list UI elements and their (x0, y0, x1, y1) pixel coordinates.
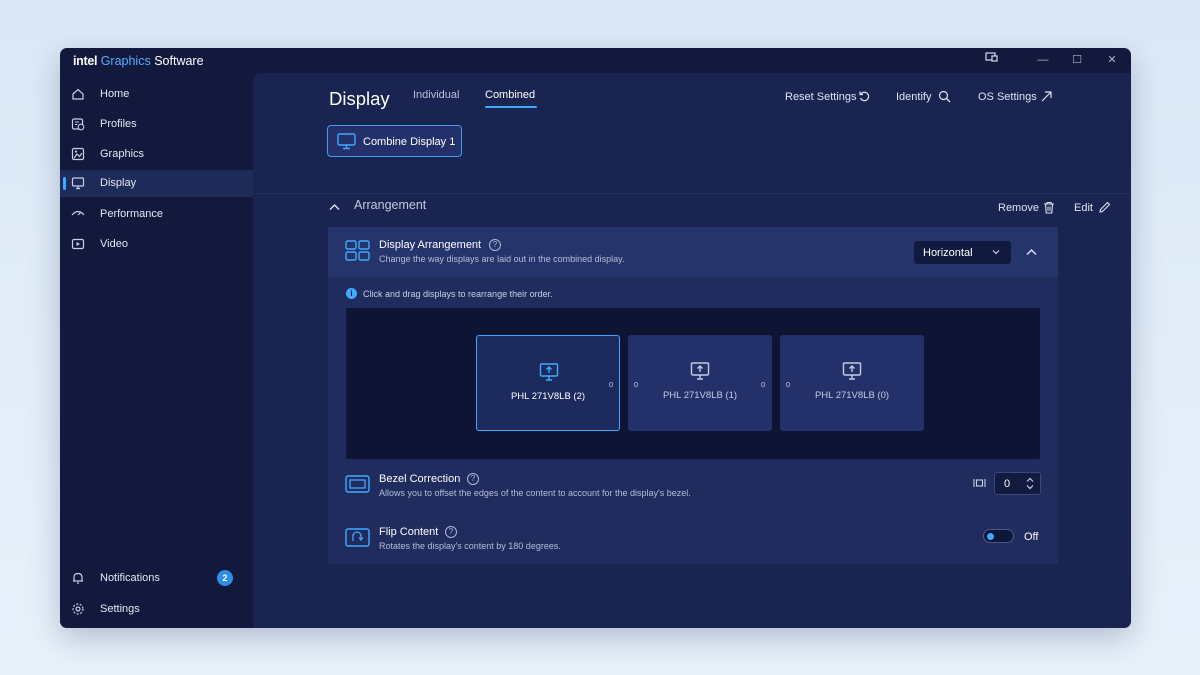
sidebar-item-video[interactable]: Video (60, 231, 253, 258)
sidebar-item-label: Notifications (100, 572, 160, 584)
display-arrangement-title: Display Arrangement (379, 239, 482, 251)
gap-value: 0 (761, 380, 766, 389)
graphics-icon (71, 147, 85, 161)
sidebar-item-notifications[interactable]: Notifications 2 (60, 565, 253, 592)
performance-icon (71, 210, 85, 216)
monitor-tile[interactable]: PHL 271V8LB (2) (476, 335, 620, 431)
identify-button[interactable]: Identify (896, 91, 931, 103)
os-settings-button[interactable]: OS Settings (978, 91, 1037, 103)
flip-icon (345, 528, 370, 547)
sidebar-item-label: Performance (100, 208, 163, 220)
combine-display-label: Combine Display 1 (363, 136, 456, 148)
search-icon[interactable] (938, 90, 951, 103)
app-brand: intel Graphics Software (73, 54, 204, 68)
bezel-stepper[interactable]: 0 (994, 472, 1041, 495)
sidebar-item-profiles[interactable]: Profiles (60, 111, 253, 138)
brand-graphics: Graphics (100, 54, 151, 68)
notification-count-badge: 2 (217, 570, 233, 586)
toggle-knob (987, 532, 994, 540)
bezel-correction-description: Allows you to offset the edges of the co… (379, 488, 691, 498)
monitor-tile[interactable]: PHL 271V8LB (0) (780, 335, 924, 431)
gap-value: 0 (786, 380, 791, 389)
reset-icon[interactable] (858, 90, 871, 103)
help-icon[interactable]: ? (467, 473, 479, 485)
close-button[interactable]: ✕ (1103, 52, 1121, 68)
external-link-icon[interactable] (1040, 90, 1053, 103)
brand-intel: intel (73, 54, 98, 68)
monitor-icon (337, 133, 356, 150)
monitor-label: PHL 271V8LB (2) (510, 391, 586, 402)
monitor-upload-icon (539, 363, 559, 381)
display-arrangement-description: Change the way displays are laid out in … (379, 254, 625, 264)
minimize-button[interactable]: — (1034, 52, 1052, 68)
page-title: Display (329, 88, 390, 109)
profiles-icon (71, 118, 85, 131)
sidebar-item-display[interactable]: Display (60, 170, 253, 197)
active-tab-indicator (485, 106, 537, 108)
sidebar: Home Profiles Graphics Display Performan… (60, 73, 253, 628)
arrangement-card: Display Arrangement ? Change the way dis… (328, 227, 1058, 564)
remove-button[interactable]: Remove (998, 202, 1039, 214)
edit-button[interactable]: Edit (1074, 202, 1093, 214)
header-divider (253, 193, 1131, 194)
main-panel: Display Individual Combined Reset Settin… (253, 73, 1131, 628)
sidebar-item-label: Display (100, 177, 137, 189)
home-icon (72, 88, 84, 100)
display-icon (71, 177, 85, 190)
sidebar-item-graphics[interactable]: Graphics (60, 141, 253, 168)
maximize-button[interactable]: ☐ (1068, 52, 1086, 68)
tab-combined[interactable]: Combined (485, 89, 535, 101)
arrangement-icon (345, 240, 370, 261)
monitor-label: PHL 271V8LB (0) (814, 390, 890, 401)
stepper-arrows-icon[interactable] (1025, 476, 1035, 491)
info-icon: i (346, 288, 357, 299)
monitor-upload-icon (690, 362, 710, 380)
sidebar-item-settings[interactable]: Settings (60, 596, 253, 623)
flip-content-toggle[interactable] (983, 529, 1014, 543)
flip-content-title: Flip Content (379, 526, 439, 538)
gear-icon (72, 603, 84, 615)
trash-icon[interactable] (1043, 201, 1055, 214)
gap-value: 0 (609, 380, 614, 389)
bezel-width-icon (973, 479, 986, 487)
section-title-arrangement: Arrangement (354, 198, 427, 212)
chevron-up-icon[interactable] (1026, 248, 1037, 256)
sidebar-item-label: Settings (100, 603, 140, 615)
arrangement-canvas[interactable]: PHL 271V8LB (2) 0 PHL 271V8LB (1) 0 0 PH… (346, 308, 1040, 459)
brand-software: Software (154, 54, 204, 68)
video-icon (71, 238, 85, 250)
arrangement-select[interactable]: Horizontal (914, 241, 1011, 264)
sidebar-item-label: Profiles (100, 118, 137, 130)
monitor-label: PHL 271V8LB (1) (662, 390, 738, 401)
combine-display-button[interactable]: Combine Display 1 (327, 125, 462, 157)
bezel-icon (345, 475, 370, 493)
chevron-up-icon[interactable] (329, 203, 340, 211)
monitor-tile[interactable]: PHL 271V8LB (1) (628, 335, 772, 431)
flip-content-description: Rotates the display's content by 180 deg… (379, 541, 561, 551)
chevron-down-icon (992, 250, 1000, 255)
sidebar-item-performance[interactable]: Performance (60, 201, 253, 228)
help-icon[interactable]: ? (445, 526, 457, 538)
bezel-correction-title: Bezel Correction (379, 473, 461, 485)
pencil-icon[interactable] (1098, 201, 1111, 214)
gap-value: 0 (634, 380, 639, 389)
flip-content-state: Off (1024, 531, 1039, 543)
sidebar-item-label: Home (100, 88, 130, 100)
bezel-value: 0 (1004, 478, 1011, 490)
app-window: intel Graphics Software — ☐ ✕ Home Profi… (60, 48, 1131, 628)
sidebar-item-label: Video (100, 238, 128, 250)
sidebar-item-home[interactable]: Home (60, 81, 253, 108)
tab-individual[interactable]: Individual (413, 89, 459, 101)
arrangement-select-value: Horizontal (923, 247, 973, 259)
bell-icon (73, 572, 83, 584)
reset-settings-button[interactable]: Reset Settings (785, 91, 857, 103)
monitor-upload-icon (842, 362, 862, 380)
help-icon[interactable]: ? (489, 239, 501, 251)
info-text: Click and drag displays to rearrange the… (363, 289, 553, 299)
display-arrangement-row: Display Arrangement ? Change the way dis… (328, 227, 1058, 277)
title-bar: intel Graphics Software — ☐ ✕ (60, 48, 1131, 73)
sidebar-item-label: Graphics (100, 148, 145, 160)
feedback-icon[interactable] (982, 52, 1000, 68)
